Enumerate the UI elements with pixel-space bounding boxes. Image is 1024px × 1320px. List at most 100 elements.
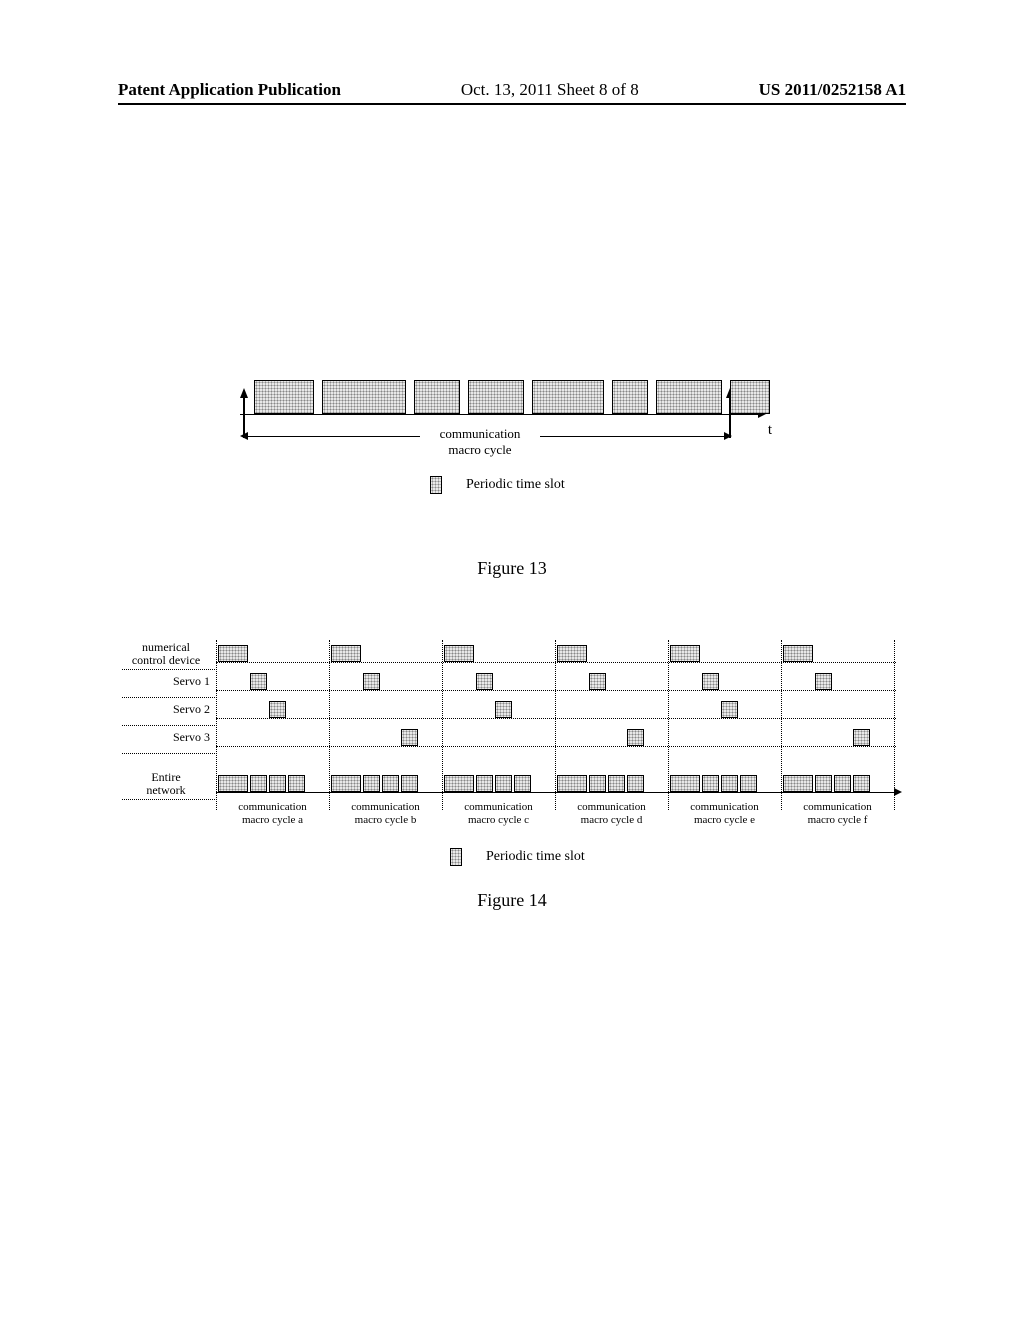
time-slot [269,701,286,718]
fig13-macro-label: communication macro cycle [420,426,540,457]
time-slot [834,775,851,792]
time-slot [322,380,406,414]
time-slot [730,380,770,414]
legend-text: Periodic time slot [486,849,585,865]
fig13-caption: Figure 13 [0,558,1024,579]
fig14-row-servo2: Servo 2 [122,696,902,724]
time-slot [250,673,267,690]
time-slot [627,729,644,746]
timeline-axis [216,662,896,663]
row-label: Servo 2 [122,703,216,716]
time-slot [254,380,314,414]
figure-13: t communication macro cycle Periodic tim… [240,380,760,455]
arrow-right-icon [724,432,732,440]
time-slot [608,775,625,792]
time-slot [401,775,418,792]
arrow-left-icon [240,432,248,440]
timeline-axis [216,792,896,793]
arrow-up-icon [240,388,248,398]
time-slot [363,673,380,690]
timeline-axis [216,746,896,747]
time-slot [740,775,757,792]
time-slot [853,775,870,792]
fig14-legend: Periodic time slot [450,848,585,866]
row-label: Servo 1 [122,675,216,688]
fig13-legend: Periodic time slot [430,476,565,494]
cycle-label: communicationmacro cycle d [555,798,668,828]
figure-14: numerical control device Servo 1 [122,640,902,828]
time-slot [218,645,248,662]
time-slot [589,775,606,792]
time-slot [557,775,587,792]
time-slot [444,775,474,792]
time-slot [495,701,512,718]
time-slot [401,729,418,746]
time-slot [815,673,832,690]
row-label: numerical control device [122,641,216,667]
time-slot [815,775,832,792]
time-slot [382,775,399,792]
time-slot [218,775,248,792]
arrow-right-icon [894,788,902,796]
cycle-label: communicationmacro cycle e [668,798,781,828]
row-timeline [216,770,902,798]
fig14-caption: Figure 14 [0,890,1024,911]
legend-text: Periodic time slot [466,477,565,493]
legend-swatch-icon [450,848,462,866]
time-slot [476,673,493,690]
time-slot [250,775,267,792]
row-label: Entire network [122,771,216,797]
time-slot [853,729,870,746]
time-slot [783,645,813,662]
time-slot [532,380,604,414]
time-slot [670,645,700,662]
time-slot [444,645,474,662]
row-timeline [216,640,902,668]
time-slot [702,775,719,792]
macro-label-line1: communication [440,426,521,441]
time-slot [721,701,738,718]
label-divider [122,753,217,754]
time-slot [288,775,305,792]
time-slot [783,775,813,792]
header-center: Oct. 13, 2011 Sheet 8 of 8 [461,80,639,100]
row-timeline [216,668,902,696]
time-slot [331,775,361,792]
time-slot [476,775,493,792]
row-label: Servo 3 [122,731,216,744]
legend-swatch-icon [430,476,442,494]
fig14-row-entire: Entire network [122,770,902,798]
time-slot [702,673,719,690]
time-slot [670,775,700,792]
cycle-label: communicationmacro cycle c [442,798,555,828]
time-slot [557,645,587,662]
time-slot [269,775,286,792]
time-slot [589,673,606,690]
row-timeline [216,696,902,724]
timeline-axis [216,690,896,691]
macro-label-line2: macro cycle [448,442,511,457]
header-right: US 2011/0252158 A1 [759,80,906,100]
fig14-row-servo1: Servo 1 [122,668,902,696]
fig13-t-label: t [768,422,772,439]
row-gap [122,752,902,770]
fig14-row-ncd: numerical control device [122,640,902,668]
time-slot [656,380,722,414]
fig14-cycle-labels: communicationmacro cycle a communication… [122,798,902,828]
time-slot [612,380,648,414]
time-slot [331,645,361,662]
time-slot [363,775,380,792]
header-divider [118,103,906,105]
row-timeline [216,724,902,752]
cycle-label: communicationmacro cycle b [329,798,442,828]
time-slot [468,380,524,414]
time-slot [414,380,460,414]
time-slot [495,775,512,792]
fig13-timeline: t communication macro cycle [240,380,760,455]
fig13-axis [240,414,760,415]
page-header: Patent Application Publication Oct. 13, … [0,80,1024,100]
header-left: Patent Application Publication [118,80,341,100]
cycle-label: communicationmacro cycle f [781,798,894,828]
time-slot [721,775,738,792]
time-slot [627,775,644,792]
